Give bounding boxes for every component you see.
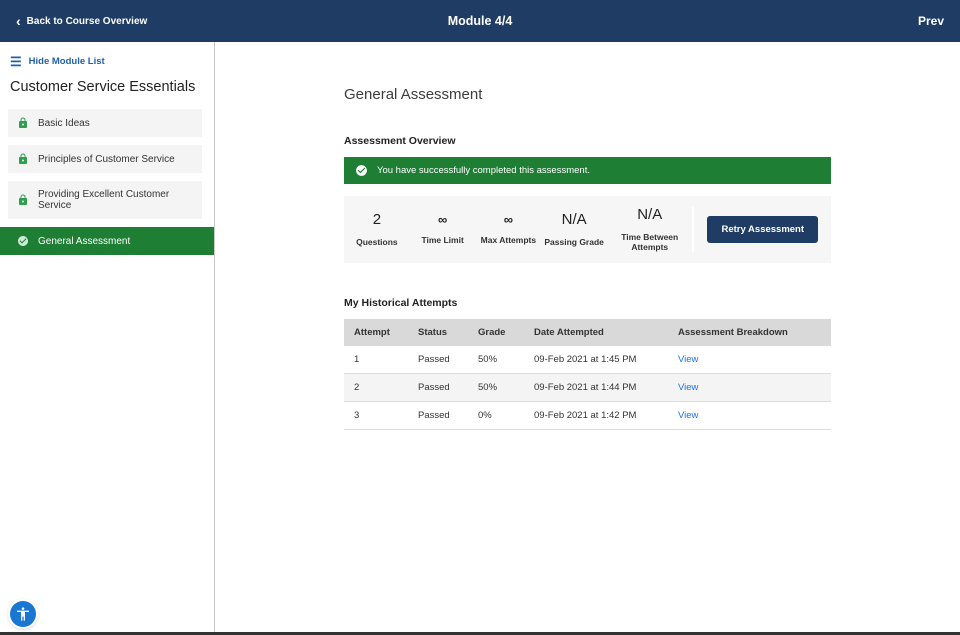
stat-label: Questions bbox=[344, 237, 410, 247]
stat-max-attempts: ∞ Max Attempts bbox=[476, 207, 542, 252]
lock-icon bbox=[17, 194, 29, 206]
page-body: ☰ Hide Module List Customer Service Esse… bbox=[0, 42, 960, 635]
cell-grade: 50% bbox=[468, 373, 524, 401]
stat-label: Time Between Attempts bbox=[607, 232, 692, 252]
cell-date-attempted: 09-Feb 2021 at 1:44 PM bbox=[524, 373, 668, 401]
retry-button-container: Retry Assessment bbox=[692, 207, 831, 252]
column-header-attempt: Attempt bbox=[344, 319, 408, 346]
cell-breakdown: View bbox=[668, 373, 831, 401]
cell-breakdown: View bbox=[668, 346, 831, 374]
table-row: 3 Passed 0% 09-Feb 2021 at 1:42 PM View bbox=[344, 401, 831, 429]
assessment-page: General Assessment Assessment Overview Y… bbox=[344, 86, 831, 430]
accessibility-icon bbox=[15, 606, 31, 622]
header-row: Attempt Status Grade Date Attempted Asse… bbox=[344, 319, 831, 346]
attempts-table-header: Attempt Status Grade Date Attempted Asse… bbox=[344, 319, 831, 346]
column-header-status: Status bbox=[408, 319, 468, 346]
stat-label: Max Attempts bbox=[476, 235, 542, 245]
assessment-stats-bar: 2 Questions ∞ Time Limit ∞ Max Attempts … bbox=[344, 196, 831, 263]
stat-value: N/A bbox=[541, 212, 607, 229]
cell-status: Passed bbox=[408, 373, 468, 401]
table-row: 1 Passed 50% 09-Feb 2021 at 1:45 PM View bbox=[344, 346, 831, 374]
lock-icon bbox=[17, 117, 29, 129]
column-header-date-attempted: Date Attempted bbox=[524, 319, 668, 346]
stat-time-between-attempts: N/A Time Between Attempts bbox=[607, 207, 692, 252]
attempts-table-body: 1 Passed 50% 09-Feb 2021 at 1:45 PM View… bbox=[344, 346, 831, 430]
historical-attempts-section: My Historical Attempts Attempt Status Gr… bbox=[344, 297, 831, 430]
hide-module-list-button[interactable]: ☰ Hide Module List bbox=[0, 54, 115, 79]
stat-value: 2 bbox=[344, 212, 410, 229]
success-banner: You have successfully completed this ass… bbox=[344, 157, 831, 184]
module-list: Basic Ideas Principles of Customer Servi… bbox=[0, 109, 214, 255]
cell-date-attempted: 09-Feb 2021 at 1:42 PM bbox=[524, 401, 668, 429]
lock-icon bbox=[17, 153, 29, 165]
view-breakdown-link[interactable]: View bbox=[678, 382, 698, 393]
module-list-sidebar: ☰ Hide Module List Customer Service Esse… bbox=[0, 42, 215, 635]
stat-questions: 2 Questions bbox=[344, 207, 410, 252]
success-message: You have successfully completed this ass… bbox=[377, 165, 590, 176]
table-row: 2 Passed 50% 09-Feb 2021 at 1:44 PM View bbox=[344, 373, 831, 401]
back-to-course-overview-button[interactable]: ‹ Back to Course Overview bbox=[16, 16, 147, 27]
stat-label: Time Limit bbox=[410, 235, 476, 245]
module-item-label: Principles of Customer Service bbox=[38, 154, 175, 165]
top-navigation-bar: ‹ Back to Course Overview Module 4/4 Pre… bbox=[0, 0, 960, 42]
module-item-label: Basic Ideas bbox=[38, 118, 90, 129]
view-breakdown-link[interactable]: View bbox=[678, 354, 698, 365]
module-item-general-assessment[interactable]: General Assessment bbox=[0, 227, 214, 255]
hide-module-list-label: Hide Module List bbox=[29, 56, 105, 67]
check-circle-icon bbox=[355, 164, 368, 177]
cell-status: Passed bbox=[408, 401, 468, 429]
historical-attempts-heading: My Historical Attempts bbox=[344, 297, 831, 309]
prev-button[interactable]: Prev bbox=[918, 14, 944, 28]
infinity-icon: ∞ bbox=[476, 213, 542, 227]
check-circle-icon bbox=[17, 235, 29, 247]
cell-grade: 0% bbox=[468, 401, 524, 429]
column-header-assessment-breakdown: Assessment Breakdown bbox=[668, 319, 831, 346]
retry-assessment-button[interactable]: Retry Assessment bbox=[707, 216, 818, 243]
chevron-left-icon: ‹ bbox=[16, 16, 21, 26]
module-item-providing-excellent-customer-service[interactable]: Providing Excellent Customer Service bbox=[8, 181, 202, 219]
module-item-label: Providing Excellent Customer Service bbox=[38, 189, 193, 211]
module-item-basic-ideas[interactable]: Basic Ideas bbox=[8, 109, 202, 137]
cell-attempt: 2 bbox=[344, 373, 408, 401]
course-title: Customer Service Essentials bbox=[0, 79, 214, 109]
page-title: General Assessment bbox=[344, 86, 831, 103]
main-content: General Assessment Assessment Overview Y… bbox=[215, 42, 960, 635]
assessment-overview-heading: Assessment Overview bbox=[344, 135, 831, 147]
cell-attempt: 3 bbox=[344, 401, 408, 429]
cell-attempt: 1 bbox=[344, 346, 408, 374]
attempts-table: Attempt Status Grade Date Attempted Asse… bbox=[344, 319, 831, 430]
hamburger-icon: ☰ bbox=[10, 57, 22, 66]
cell-status: Passed bbox=[408, 346, 468, 374]
accessibility-button[interactable] bbox=[10, 601, 36, 627]
module-item-principles-of-customer-service[interactable]: Principles of Customer Service bbox=[8, 145, 202, 173]
stat-time-limit: ∞ Time Limit bbox=[410, 207, 476, 252]
stat-passing-grade: N/A Passing Grade bbox=[541, 207, 607, 252]
back-button-label: Back to Course Overview bbox=[27, 16, 148, 27]
cell-breakdown: View bbox=[668, 401, 831, 429]
infinity-icon: ∞ bbox=[410, 213, 476, 227]
cell-grade: 50% bbox=[468, 346, 524, 374]
view-breakdown-link[interactable]: View bbox=[678, 410, 698, 421]
stat-label: Passing Grade bbox=[541, 237, 607, 247]
column-header-grade: Grade bbox=[468, 319, 524, 346]
cell-date-attempted: 09-Feb 2021 at 1:45 PM bbox=[524, 346, 668, 374]
assessment-overview-section: Assessment Overview You have successfull… bbox=[344, 135, 831, 263]
module-item-label: General Assessment bbox=[38, 236, 130, 247]
stat-value: N/A bbox=[607, 207, 692, 224]
